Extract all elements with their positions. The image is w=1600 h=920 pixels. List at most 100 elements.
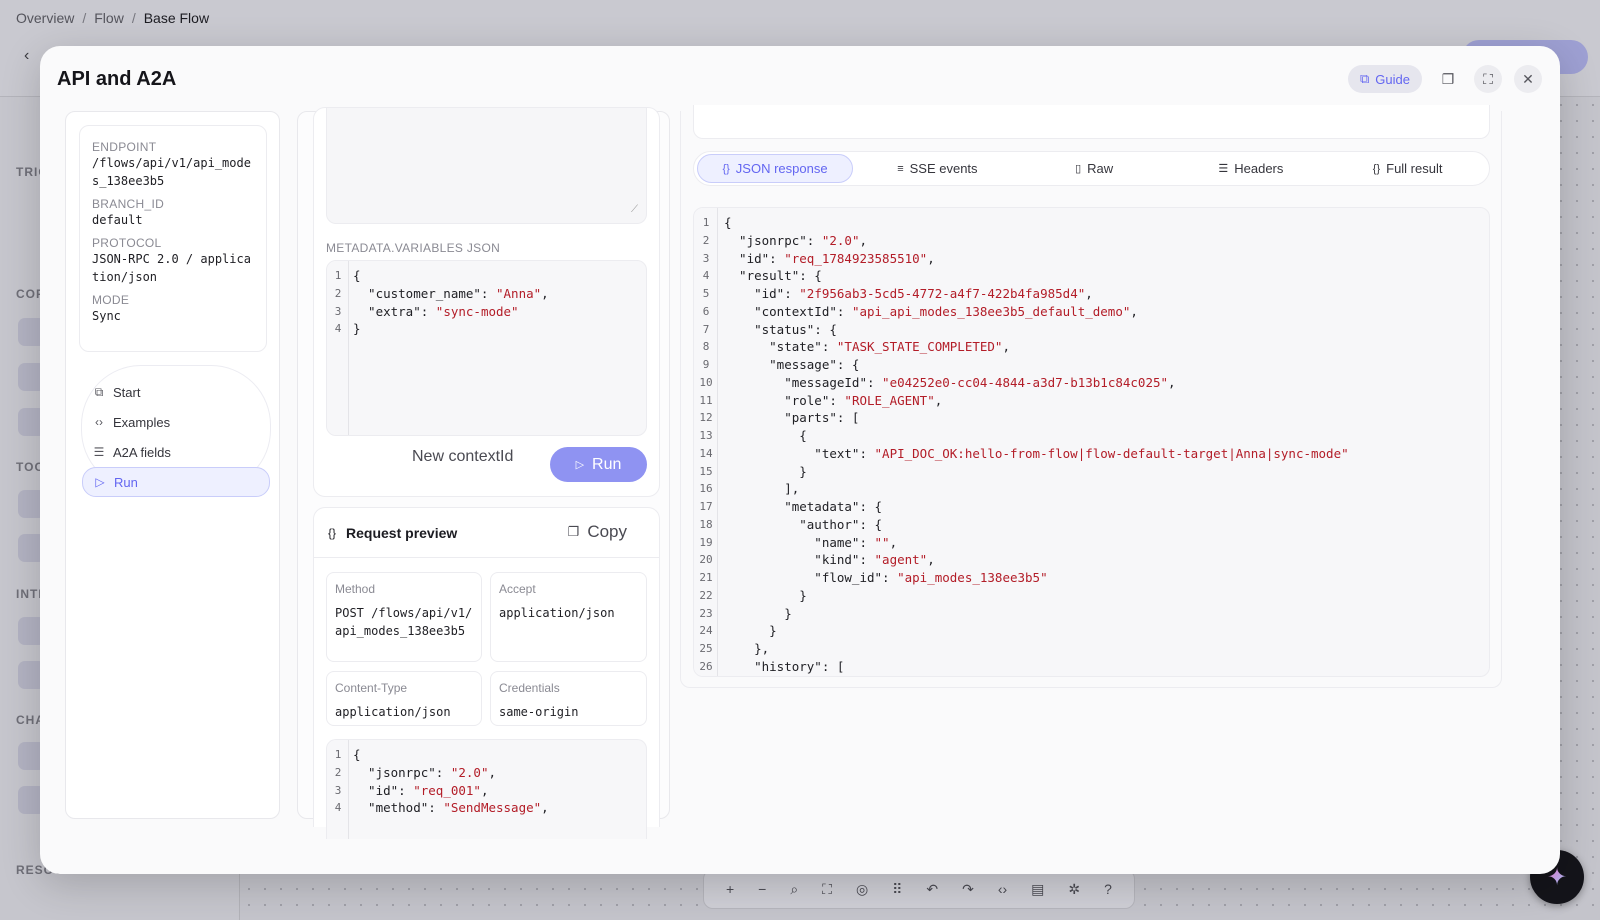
json-token: , [1130,303,1138,319]
back-arrow-icon[interactable]: ‹ [24,47,29,65]
json-token: "extra": [353,303,436,319]
endpoint-value: /flows/api/v1/api_modes_138ee3b5 [92,156,251,188]
tab-label: Headers [1234,161,1284,176]
breadcrumb-overview[interactable]: Overview [16,10,74,26]
nav-item-a2a-fields[interactable]: ☰ A2A fields [82,437,270,467]
code-icon[interactable]: ‹› [998,881,1007,897]
code-line: 19 "name": "", [694,534,1349,552]
line-code: "jsonrpc": "2.0", [718,232,867,250]
code-icon: ‹› [95,415,103,429]
request-panel: ⟋ METADATA.VARIABLES JSON 1{2 "customer_… [297,107,670,839]
response-panel: {} JSON response ≡ SSE events ▯ Raw ☰ Headers {}… [680,105,1536,819]
message-textarea[interactable]: ⟋ [326,108,647,224]
json-token: "id": [724,286,800,301]
run-button[interactable]: ▷ Run [550,447,647,482]
request-preview-card: {} Request preview ❐ Copy Method POST /f… [313,507,660,839]
json-token: { [353,747,361,762]
line-code: "id": "req_001", [349,782,488,800]
nav-item-examples[interactable]: ‹› Examples [82,407,270,437]
line-code: "state": "TASK_STATE_COMPLETED", [718,338,1010,356]
code-line: 26 "history": [ [694,658,1349,676]
search-icon[interactable]: ⌕ [790,881,798,898]
json-token: , [1168,374,1176,390]
code-line: 9 "message": { [694,356,1349,374]
layout-icon[interactable]: ▤ [1031,881,1044,898]
line-number: 2 [702,233,710,247]
code-line: 4 "result": { [694,267,1349,285]
code-line: 21 "flow_id": "api_modes_138ee3b5" [694,569,1349,587]
network-icon[interactable]: ✲ [1068,881,1080,898]
undo-icon[interactable]: ↶ [926,881,938,898]
json-token: "history": [ [724,658,845,674]
tab-raw[interactable]: ▯ Raw [1016,154,1173,183]
code-line: 2 "jsonrpc": "2.0", [327,764,549,782]
line-code: "status": { [718,321,837,339]
breadcrumb-separator: / [82,10,87,26]
resize-handle-icon[interactable]: ⟋ [631,204,638,215]
tab-json-response[interactable]: {} JSON response [697,154,853,183]
json-response-viewer[interactable]: 1{2 "jsonrpc": "2.0", 3 "id": "req_178492… [693,207,1490,677]
line-number: 11 [699,393,713,407]
metadata-json-editor[interactable]: 1{2 "customer_name": "Anna", 3 "extra": "… [326,260,647,436]
new-context-id-button[interactable]: New contextId [412,448,513,466]
method-label: Method [335,582,376,596]
line-code: "author": { [718,516,882,534]
redo-icon[interactable]: ↷ [962,881,974,898]
line-number: 21 [699,571,713,584]
nav-item-run[interactable]: ▷ Run [82,467,270,497]
json-token: "status": { [724,321,837,337]
fullscreen-icon[interactable]: ⛶ [1474,65,1502,93]
line-code: "method": "SendMessage", [349,799,549,817]
endpoint-label: ENDPOINT [92,140,157,154]
json-token: "messageId": [724,374,883,390]
tab-sse-events[interactable]: ≡ SSE events [859,154,1016,183]
breadcrumb-flow[interactable]: Flow [94,10,124,26]
json-token: "flow_id": [724,570,898,585]
code-line: 5 "id": "2f956ab3-5cd5-4772-a4f7-422b4fa… [694,285,1349,303]
guide-button[interactable]: ⧉ Guide [1348,65,1422,93]
code-line: 15 } [694,463,1349,481]
copy-icon[interactable]: ❐ [1434,65,1462,93]
copy-button[interactable]: ❐ Copy [568,522,627,542]
line-code: "id": "2f956ab3-5cd5-4772-a4f7-422b4fa98… [718,285,1093,303]
help-icon[interactable]: ? [1104,881,1112,897]
line-number: 18 [699,517,713,531]
line-code: } [718,622,777,640]
line-code: { [349,267,361,285]
mode-value: Sync [92,309,121,323]
tab-label: Full result [1386,161,1443,176]
play-icon: ▷ [575,459,585,471]
zoom-in-icon[interactable]: + [726,881,734,897]
json-token: "role": [724,392,845,408]
breadcrumb-current: Base Flow [143,10,210,26]
modal-header-actions: ⧉ Guide ❐ ⛶ ✕ [1348,65,1542,93]
nav-item-start[interactable]: ⧉ Start [82,377,270,407]
close-icon[interactable]: ✕ [1514,65,1542,93]
tab-headers[interactable]: ☰ Headers [1173,154,1330,183]
line-number: 17 [699,500,713,513]
line-number: 6 [702,304,710,318]
line-code: "flow_id": "api_modes_138ee3b5" [718,569,1047,587]
zoom-out-icon[interactable]: − [758,881,766,897]
line-code: "jsonrpc": "2.0", [349,764,496,782]
grid-icon[interactable]: ⠿ [892,881,902,898]
line-code: "history": [ [718,658,844,676]
json-token: "result": { [724,268,822,284]
code-line: 20 "kind": "agent", [694,551,1349,569]
json-token: "metadata": { [724,499,883,514]
fit-view-icon[interactable]: ⛶ [822,881,832,898]
line-code: { [349,746,361,764]
line-code: "customer_name": "Anna", [349,285,549,303]
line-number: 2 [334,765,342,779]
copy-icon: ❐ [567,524,580,539]
code-line: 10 "messageId": "e04252e0-cc04-4844-a3d7… [694,374,1349,392]
json-token: "kind": [724,552,875,568]
json-string: "2f956ab3-5cd5-4772-a4f7-422b4fa985d4" [799,286,1086,301]
mode-label: MODE [92,293,130,307]
tab-full-result[interactable]: {} Full result [1329,154,1486,183]
tab-label: Raw [1087,161,1114,176]
nav-item-label: Examples [113,414,171,430]
line-number: 24 [699,624,713,638]
target-icon[interactable]: ◎ [856,881,868,898]
breadcrumb-separator: / [131,10,136,26]
